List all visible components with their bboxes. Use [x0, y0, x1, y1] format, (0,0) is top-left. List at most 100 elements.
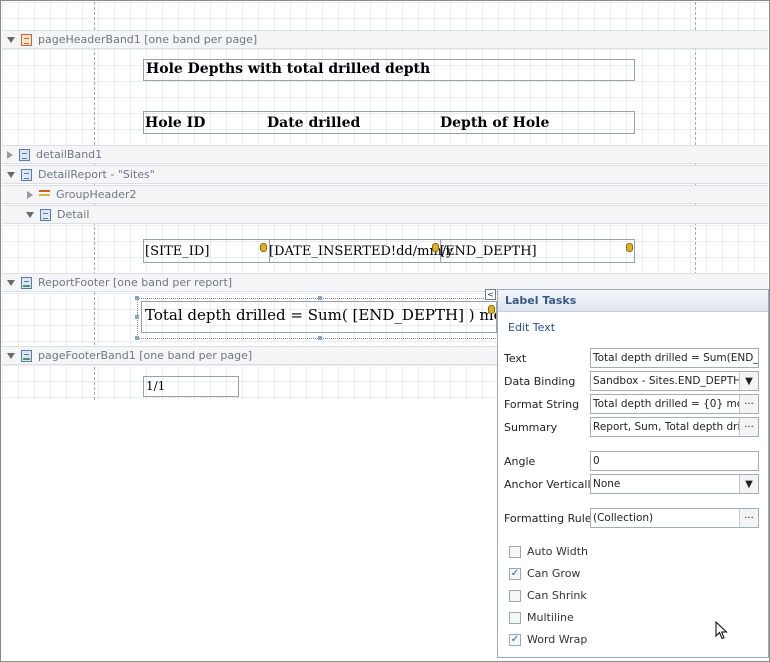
ellipsis-button[interactable]: ···: [739, 418, 758, 436]
format-string-value: Total depth drilled = {0} meters: [593, 398, 759, 410]
checkbox-label: Can Grow: [527, 567, 581, 580]
band-label: pageFooterBand1 [one band per page]: [38, 349, 253, 362]
checkbox-box[interactable]: [509, 589, 521, 602]
resize-handle[interactable]: [318, 336, 322, 340]
edit-text-link[interactable]: Edit Text: [508, 321, 555, 334]
resize-handle[interactable]: [135, 315, 139, 319]
checkbox-box[interactable]: [509, 611, 521, 624]
page-number-label[interactable]: 1/1: [143, 376, 239, 397]
database-icon: [260, 243, 267, 252]
property-label: Summary: [504, 420, 558, 434]
checkbox-label: Word Wrap: [527, 633, 588, 646]
can-grow-checkbox[interactable]: ✓ Can Grow: [509, 567, 580, 580]
expand-arrow-icon[interactable]: [7, 150, 13, 159]
band-label: GroupHeader2: [56, 188, 137, 201]
multiline-checkbox[interactable]: Multiline: [509, 611, 574, 624]
page-footer-icon: [21, 349, 32, 362]
band-label: ReportFooter [one band per report]: [38, 276, 233, 289]
property-label: Text: [504, 351, 527, 365]
collapse-arrow-icon[interactable]: [7, 36, 15, 43]
property-label: Format String: [504, 397, 580, 411]
cell-date-inserted[interactable]: [DATE_INSERTED!dd/mm/y: [268, 240, 454, 262]
text-input[interactable]: Total depth drilled = Sum(END_DEI: [590, 348, 759, 368]
ellipsis-button[interactable]: ···: [739, 509, 758, 527]
report-title-label[interactable]: Hole Depths with total drilled depth: [143, 59, 635, 81]
detail-report-icon: [21, 168, 32, 181]
database-icon: [626, 243, 633, 252]
band-group-header[interactable]: GroupHeader2: [2, 185, 768, 204]
data-binding-value: Sandbox - Sites.END_DEPTH: [593, 375, 742, 387]
property-summary: Summary Report, Sum, Total depth drille …: [504, 417, 760, 437]
detail-band-icon: [40, 208, 51, 221]
header-hole-id[interactable]: Hole ID: [144, 112, 267, 133]
resize-handle[interactable]: [135, 296, 139, 300]
page-number-text: 1/1: [146, 379, 166, 393]
checkbox-label: Can Shrink: [527, 589, 587, 602]
band-label: DetailReport - "Sites": [38, 168, 155, 181]
format-string-input[interactable]: Total depth drilled = {0} meters ···: [590, 394, 759, 414]
report-footer-icon: [21, 276, 32, 289]
text-input-value: Total depth drilled = Sum(END_DEI: [593, 352, 759, 364]
anchor-vertically-value: None: [593, 478, 621, 490]
report-title-text: Hole Depths with total drilled depth: [146, 61, 431, 77]
property-label: Angle: [504, 454, 536, 468]
label-tasks-panel: Label Tasks Edit Text Text Total depth d…: [497, 289, 769, 658]
angle-input[interactable]: 0: [590, 451, 759, 471]
formatting-rules-value: (Collection): [593, 512, 654, 524]
detail-band-icon: [19, 148, 30, 161]
report-designer-surface: pageHeaderBand1 [one band per page] Hole…: [0, 0, 770, 662]
check-icon[interactable]: ✓: [509, 633, 521, 646]
collapse-arrow-icon[interactable]: [7, 352, 15, 359]
word-wrap-checkbox[interactable]: ✓ Word Wrap: [509, 633, 587, 646]
band-nested-detail[interactable]: Detail: [2, 205, 768, 224]
formatting-rules-input[interactable]: (Collection) ···: [590, 508, 759, 528]
cell-site-id[interactable]: [SITE_ID]: [144, 240, 270, 262]
property-data-binding: Data Binding Sandbox - Sites.END_DEPTH ▼: [504, 371, 760, 391]
checkbox-label: Multiline: [527, 611, 574, 624]
collapse-arrow-icon[interactable]: [7, 279, 15, 286]
total-depth-label[interactable]: Total depth drilled = Sum( [END_DEPTH] )…: [141, 301, 497, 333]
checkbox-label: Auto Width: [527, 545, 588, 558]
resize-handle[interactable]: [135, 336, 139, 340]
property-format-string: Format String Total depth drilled = {0} …: [504, 394, 760, 414]
property-formatting-rules: Formatting Rules (Collection) ···: [504, 508, 760, 528]
property-text: Text Total depth drilled = Sum(END_DEI: [504, 348, 760, 368]
collapse-arrow-icon[interactable]: [26, 211, 34, 218]
data-binding-dropdown[interactable]: Sandbox - Sites.END_DEPTH ▼: [590, 371, 759, 391]
property-angle: Angle 0: [504, 451, 760, 471]
anchor-vertically-dropdown[interactable]: None ▼: [590, 474, 759, 494]
smart-tag-collapse-button[interactable]: <: [485, 289, 496, 300]
band-page-header[interactable]: pageHeaderBand1 [one band per page]: [2, 30, 768, 49]
summary-input[interactable]: Report, Sum, Total depth drille ···: [590, 417, 759, 437]
page-header-band-icon: [21, 33, 32, 46]
dropdown-arrow-icon[interactable]: ▼: [739, 372, 758, 390]
band-detail[interactable]: detailBand1: [2, 145, 768, 164]
band-label: Detail: [57, 208, 90, 221]
database-icon: [488, 305, 495, 314]
panel-title: Label Tasks: [498, 290, 768, 312]
band-label: pageHeaderBand1 [one band per page]: [38, 33, 258, 46]
property-label: Formatting Rules: [504, 511, 598, 525]
check-icon[interactable]: ✓: [509, 567, 521, 580]
summary-value: Report, Sum, Total depth drille: [593, 421, 753, 433]
cell-end-depth[interactable]: [END_DEPTH]: [439, 240, 634, 262]
group-header-icon: [39, 189, 50, 201]
grid-area: [2, 2, 768, 30]
band-label: detailBand1: [36, 148, 103, 161]
header-date-drilled[interactable]: Date drilled: [266, 112, 440, 133]
total-depth-text: Total depth drilled = Sum( [END_DEPTH] )…: [145, 306, 496, 324]
auto-width-checkbox[interactable]: Auto Width: [509, 545, 588, 558]
expand-arrow-icon[interactable]: [27, 190, 33, 199]
resize-handle[interactable]: [318, 296, 322, 300]
column-header-table[interactable]: Hole ID Date drilled Depth of Hole: [143, 111, 635, 134]
detail-row-table[interactable]: [SITE_ID] [DATE_INSERTED!dd/mm/y [END_DE…: [143, 239, 635, 263]
collapse-arrow-icon[interactable]: [7, 171, 15, 178]
header-depth[interactable]: Depth of Hole: [439, 112, 634, 133]
can-shrink-checkbox[interactable]: Can Shrink: [509, 589, 587, 602]
band-detail-report[interactable]: DetailReport - "Sites": [2, 165, 768, 184]
checkbox-box[interactable]: [509, 545, 521, 558]
mouse-cursor-icon: [715, 621, 728, 640]
ellipsis-button[interactable]: ···: [739, 395, 758, 413]
dropdown-arrow-icon[interactable]: ▼: [739, 475, 758, 493]
property-anchor-vertically: Anchor Vertically None ▼: [504, 474, 760, 494]
